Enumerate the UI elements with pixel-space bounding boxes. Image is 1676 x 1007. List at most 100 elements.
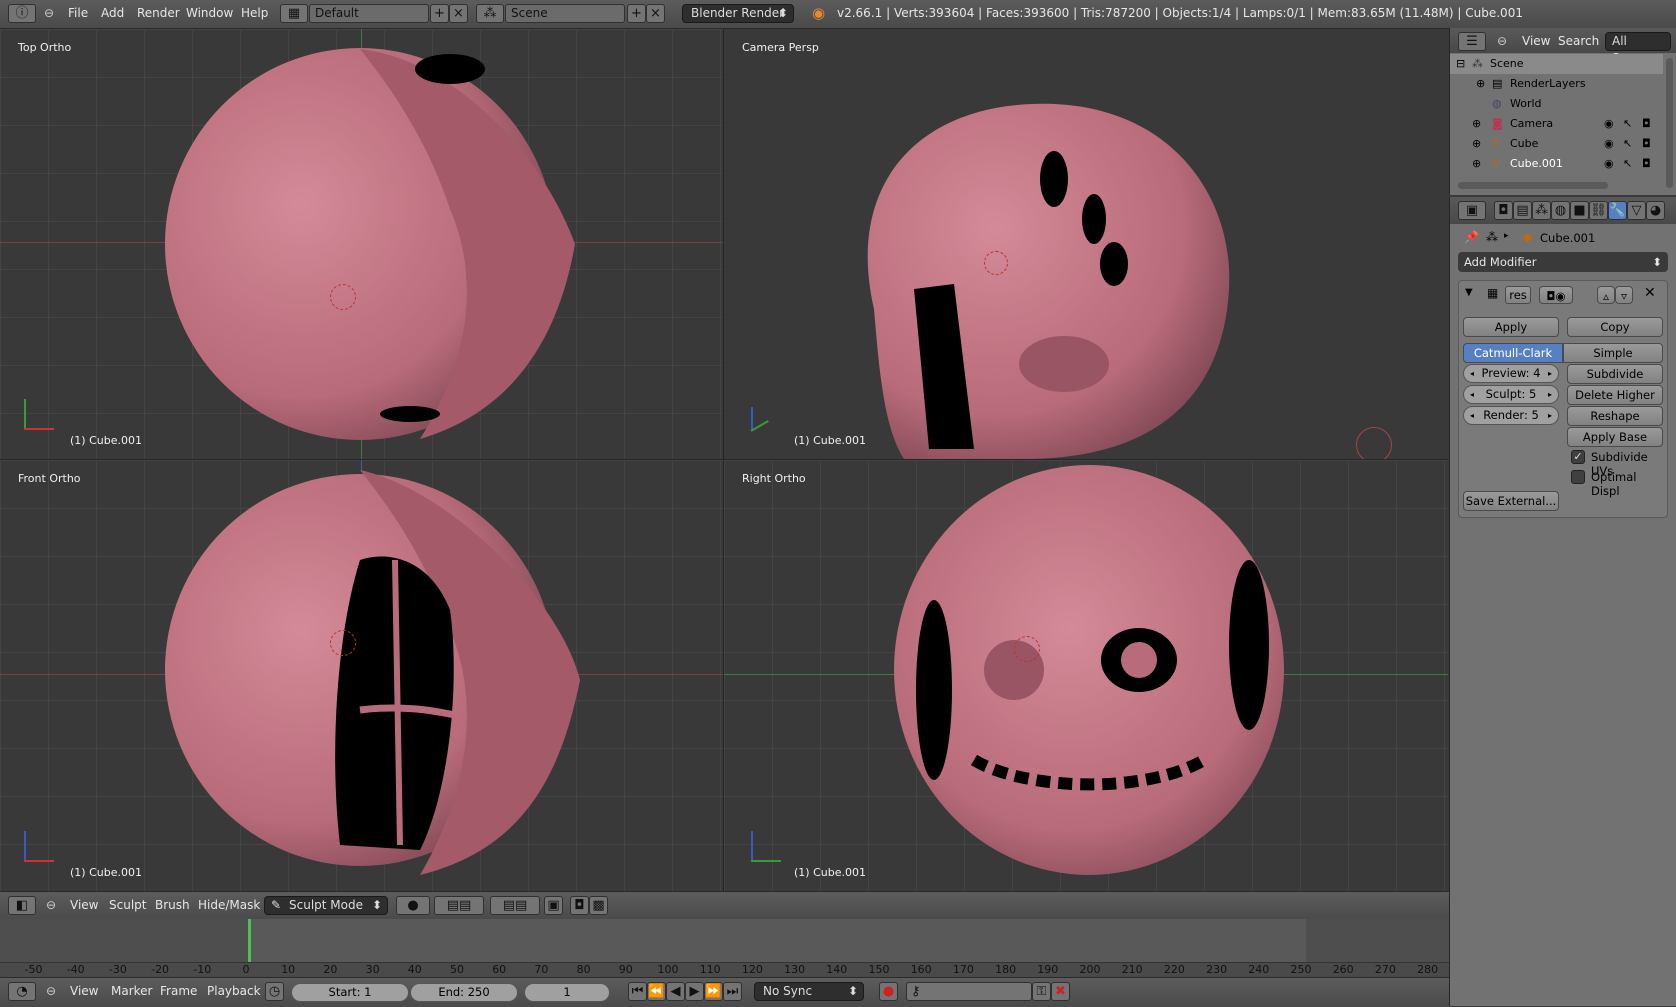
menu-view[interactable]: View (70, 898, 98, 912)
collapse-icon[interactable]: ⊖ (1497, 34, 1507, 48)
play-icon[interactable]: ▶ (685, 982, 704, 1001)
menu-sculpt[interactable]: Sculpt (109, 898, 146, 912)
subdivide-button[interactable]: Subdivide (1567, 364, 1663, 384)
catmull-clark-toggle[interactable]: Catmull-Clark (1463, 343, 1563, 363)
menu-marker[interactable]: Marker (111, 984, 152, 998)
opengl-render-icon[interactable]: ▣ (544, 896, 563, 915)
delete-keyframe-icon[interactable]: ✖ (1051, 982, 1070, 1001)
menu-view[interactable]: View (70, 984, 98, 998)
outliner-hscrollbar[interactable] (1458, 182, 1608, 189)
outliner-menu-search[interactable]: Search (1558, 34, 1599, 48)
tab-object-icon[interactable]: ■ (1570, 201, 1589, 220)
current-frame-marker[interactable] (248, 919, 251, 964)
viewport-split-vertical[interactable] (723, 29, 724, 891)
visibility-eye-icon[interactable]: ◉ (1604, 117, 1614, 130)
viewport-split-horizontal[interactable] (0, 459, 1448, 460)
move-up-icon[interactable]: ▵ (1597, 286, 1615, 304)
tab-scene-icon[interactable]: ⁂ (1532, 201, 1551, 220)
decrement-arrow-icon[interactable]: ◂ (1470, 407, 1474, 424)
menu-add[interactable]: Add (101, 6, 124, 20)
mode-select[interactable]: ✎ Sculpt Mode ⬍ (264, 896, 388, 915)
prev-keyframe-icon[interactable]: ⏪ (647, 982, 666, 1001)
outliner-item-cube-001[interactable]: ⊕ ▽ Cube.001 ◉ ↖ ◘ (1450, 154, 1663, 174)
menu-render[interactable]: Render (137, 6, 180, 20)
viewport-top-ortho[interactable]: Top Ortho (1) Cube.001 (0, 29, 723, 459)
remove-layout-icon[interactable]: × (449, 4, 468, 23)
viewport-right-ortho[interactable]: Right Ortho (1) Cube.001 (724, 460, 1448, 891)
increment-arrow-icon[interactable]: ▸ (1548, 365, 1552, 382)
menu-frame[interactable]: Frame (160, 984, 197, 998)
remove-modifier-icon[interactable]: ✕ (1644, 285, 1656, 301)
selectable-cursor-icon[interactable]: ↖ (1623, 157, 1632, 170)
pin-icon[interactable]: 📌 (1464, 230, 1479, 244)
record-icon[interactable]: ● (879, 982, 898, 1001)
outliner-item-renderlayers[interactable]: ⊕ ▤ RenderLayers (1450, 74, 1663, 94)
start-frame-field[interactable]: Start: 1 (291, 983, 409, 1002)
collapse-icon[interactable]: ⊖ (44, 6, 54, 20)
increment-arrow-icon[interactable]: ▸ (1548, 386, 1552, 403)
sculpt-levels-field[interactable]: ◂ Sculpt: 5 ▸ (1463, 385, 1559, 404)
outliner-scrollbar[interactable] (1666, 58, 1673, 188)
decrement-arrow-icon[interactable]: ◂ (1470, 365, 1474, 382)
menu-brush[interactable]: Brush (155, 898, 190, 912)
timeline-area[interactable] (0, 919, 1449, 964)
outliner-item-scene[interactable]: ⊟ ⁂ Scene (1450, 54, 1663, 74)
outliner-item-cube[interactable]: ⊕ ▽ Cube ◉ ↖ ◘ (1450, 134, 1663, 154)
expand-toggle-icon[interactable]: ⊕ (1476, 77, 1485, 90)
add-scene-icon[interactable]: + (627, 4, 646, 23)
apply-base-button[interactable]: Apply Base (1567, 427, 1663, 447)
expand-toggle-icon[interactable]: ⊕ (1472, 137, 1481, 150)
collapse-icon[interactable]: ⊖ (46, 984, 56, 998)
preview-range-icon[interactable]: ◷ (265, 982, 284, 1001)
panel-collapse-icon[interactable]: ▼ (1465, 287, 1473, 298)
menu-playback[interactable]: Playback (207, 984, 261, 998)
scene-icon[interactable]: ⁂ (476, 4, 504, 23)
tab-modifiers-wrench-icon[interactable]: 🔧 (1608, 201, 1627, 220)
tab-material-icon[interactable]: ◕ (1646, 201, 1665, 220)
save-external-button[interactable]: Save External... (1463, 491, 1559, 511)
reshape-button[interactable]: Reshape (1567, 406, 1663, 426)
outliner-menu-view[interactable]: View (1522, 34, 1550, 48)
expand-toggle-icon[interactable]: ⊕ (1472, 157, 1481, 170)
layers-grid-icon[interactable]: ▤▤ (434, 896, 484, 915)
end-frame-field[interactable]: End: 250 (410, 983, 518, 1002)
layout-icon[interactable]: ▦ (280, 4, 308, 23)
menu-help[interactable]: Help (241, 6, 268, 20)
menu-file[interactable]: File (68, 6, 88, 20)
remove-scene-icon[interactable]: × (646, 4, 665, 23)
subdivide-uvs-checkbox[interactable]: ✓ (1571, 450, 1585, 464)
layout-name-field[interactable]: Default (309, 4, 429, 23)
copy-button[interactable]: Copy (1567, 317, 1663, 337)
tab-render-icon[interactable]: ◘ (1494, 201, 1513, 220)
render-engine-select[interactable]: Blender Render ⬍ (682, 4, 794, 23)
expand-toggle-icon[interactable]: ⊕ (1472, 117, 1481, 130)
outliner-item-camera[interactable]: ⊕ ◙ Camera ◉ ↖ ◘ (1450, 114, 1663, 134)
preview-levels-field[interactable]: ◂ Preview: 4 ▸ (1463, 364, 1559, 383)
add-layout-icon[interactable]: + (430, 4, 449, 23)
jump-end-icon[interactable]: ⏭ (723, 982, 742, 1001)
play-reverse-icon[interactable]: ◀ (666, 982, 685, 1001)
selectable-cursor-icon[interactable]: ↖ (1623, 117, 1632, 130)
sync-select[interactable]: No Sync ⬍ (754, 982, 864, 1001)
menu-hide-mask[interactable]: Hide/Mask (198, 898, 260, 912)
info-icon[interactable]: ⓘ (8, 4, 36, 23)
renderable-camera-icon[interactable]: ◘ (1642, 117, 1651, 130)
modifier-visibility-toggles[interactable]: ◘◉ (1539, 286, 1573, 304)
outliner-item-world[interactable]: ◍ World (1450, 94, 1663, 114)
simple-toggle[interactable]: Simple (1563, 343, 1663, 363)
tab-layers-icon[interactable]: ▤ (1513, 201, 1532, 220)
animation-render-icon[interactable]: ▩ (589, 896, 608, 915)
layers-grid-icon[interactable]: ▤▤ (490, 896, 540, 915)
modifier-name-field[interactable]: res (1505, 286, 1531, 304)
editor-type-icon[interactable]: ▣ (1458, 201, 1486, 220)
jump-start-icon[interactable]: ⏮ (628, 982, 647, 1001)
visibility-eye-icon[interactable]: ◉ (1604, 137, 1614, 150)
renderable-camera-icon[interactable]: ◘ (1642, 137, 1651, 150)
render-levels-field[interactable]: ◂ Render: 5 ▸ (1463, 406, 1559, 425)
renderable-camera-icon[interactable]: ◘ (1642, 157, 1651, 170)
insert-keyframe-icon[interactable]: ⚿ (1032, 982, 1051, 1001)
viewport-camera-persp[interactable]: Camera Persp (1) Cube.001 (724, 29, 1448, 459)
apply-button[interactable]: Apply (1463, 317, 1559, 337)
decrement-arrow-icon[interactable]: ◂ (1470, 386, 1474, 403)
increment-arrow-icon[interactable]: ▸ (1548, 407, 1552, 424)
